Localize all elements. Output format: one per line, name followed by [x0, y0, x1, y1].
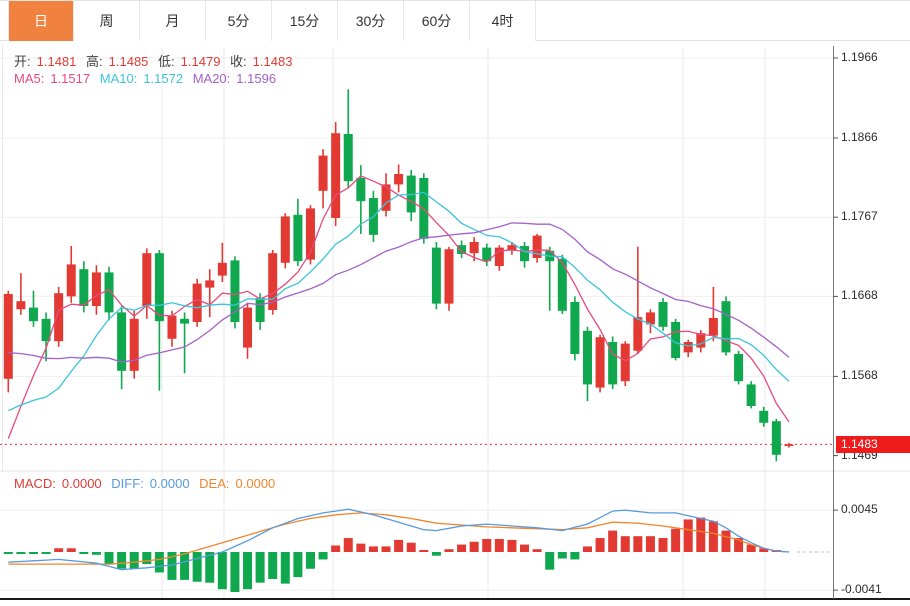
open-value: 1.1481 [37, 54, 77, 69]
ma10-label: MA10: [100, 71, 138, 86]
ohlc-legend: 开: 1.1481 高: 1.1485 低: 1.1479 收: 1.1483 [14, 51, 298, 70]
diff-label: DIFF: [111, 476, 144, 491]
dea-value: 0.0000 [236, 476, 276, 491]
candlestick-macd-chart [0, 42, 910, 606]
timeframe-button-60min[interactable]: 60分 [404, 1, 470, 41]
dea-label: DEA: [199, 476, 229, 491]
high-label: 高: [86, 54, 103, 69]
timeframe-button-month[interactable]: 月 [140, 1, 206, 41]
diff-value: 0.0000 [150, 476, 190, 491]
price-axis-tick: 1.1668 [841, 288, 878, 302]
price-axis-tick: 1.1966 [841, 50, 878, 64]
macd-value: 0.0000 [62, 476, 102, 491]
timeframe-button-15min[interactable]: 15分 [272, 1, 338, 41]
timeframe-button-day[interactable]: 日 [8, 1, 74, 41]
timeframe-button-30min[interactable]: 30分 [338, 1, 404, 41]
close-value: 1.1483 [253, 54, 293, 69]
chart-area[interactable]: 开: 1.1481 高: 1.1485 低: 1.1479 收: 1.1483 MA5:… [0, 42, 910, 606]
ma10-value: 1.1572 [143, 71, 183, 86]
timeframe-toolbar: 日 周 月 5分 15分 30分 60分 4时 [0, 1, 910, 41]
ma20-value: 1.1596 [236, 71, 276, 86]
macd-legend: MACD: 0.0000 DIFF: 0.0000 DEA: 0.0000 [14, 476, 281, 491]
ma5-value: 1.1517 [50, 71, 90, 86]
macd-axis-tick: 0.0045 [841, 502, 878, 516]
macd-label: MACD: [14, 476, 56, 491]
open-label: 开: [14, 54, 31, 69]
timeframe-button-4hour[interactable]: 4时 [470, 1, 536, 41]
timeframe-button-5min[interactable]: 5分 [206, 1, 272, 41]
close-label: 收: [230, 54, 247, 69]
low-label: 低: [158, 54, 175, 69]
low-value: 1.1479 [181, 54, 221, 69]
ma-legend: MA5: 1.1517 MA10: 1.1572 MA20: 1.1596 [14, 71, 282, 86]
price-axis-tick: 1.1767 [841, 209, 878, 223]
macd-axis-tick: -0.0041 [841, 582, 882, 596]
current-price-badge: 1.1483 [836, 436, 910, 453]
high-value: 1.1485 [109, 54, 149, 69]
price-axis-tick: 1.1866 [841, 130, 878, 144]
timeframe-button-week[interactable]: 周 [74, 1, 140, 41]
ma20-label: MA20: [193, 71, 231, 86]
trading-chart-app: 日 周 月 5分 15分 30分 60分 4时 开: 1.1481 高: 1.148… [0, 0, 910, 606]
ma5-label: MA5: [14, 71, 44, 86]
price-axis-tick: 1.1568 [841, 368, 878, 382]
